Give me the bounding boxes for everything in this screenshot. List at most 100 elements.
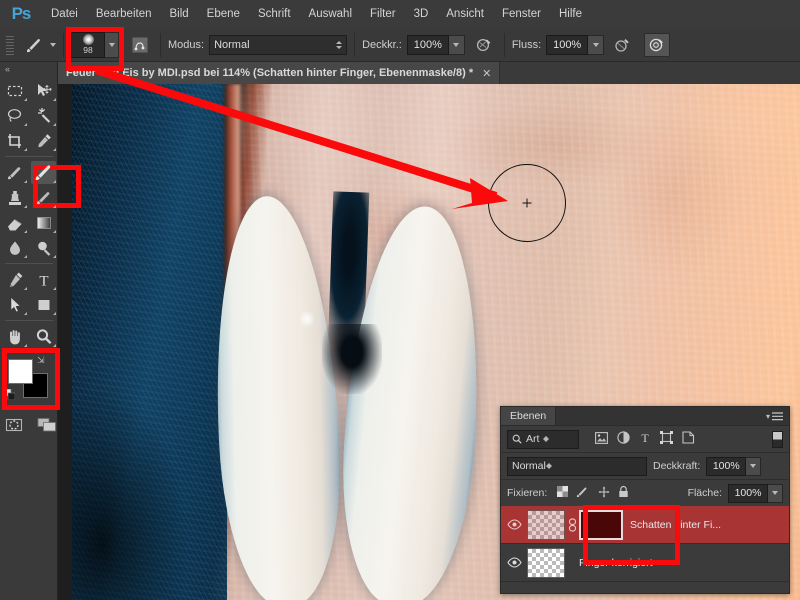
layer-opacity-value[interactable]: 100% <box>706 457 746 476</box>
layer-opacity-dropdown[interactable] <box>746 457 761 476</box>
filter-enable-toggle[interactable] <box>772 431 783 448</box>
lock-all-icon[interactable] <box>618 485 629 501</box>
layer-visibility-toggle[interactable] <box>501 519 527 530</box>
tool-flyout-corner-icon <box>24 98 27 101</box>
menu-item-datei[interactable]: Datei <box>42 0 87 28</box>
chevron-down-icon <box>453 43 459 47</box>
menu-item-ebene[interactable]: Ebene <box>198 0 249 28</box>
menu-item-bild[interactable]: Bild <box>160 0 197 28</box>
layer-lock-icons <box>557 485 629 501</box>
tool-pen[interactable] <box>0 267 29 292</box>
lock-image-pixels-icon[interactable] <box>576 486 590 501</box>
opacity-pressure-toggle[interactable] <box>471 33 497 57</box>
menu-item-filter[interactable]: Filter <box>361 0 405 28</box>
layer-fill-control[interactable]: 100% <box>728 484 783 503</box>
menu-item-hilfe[interactable]: Hilfe <box>550 0 591 28</box>
layer-filter-type-value: Art <box>526 433 539 445</box>
panel-menu-icon[interactable]: ▾ <box>766 407 789 425</box>
options-separator-1 <box>63 33 64 57</box>
filter-adjustment-icon[interactable] <box>617 431 630 447</box>
lock-position-icon[interactable] <box>598 486 610 501</box>
tool-type[interactable]: T <box>29 267 58 292</box>
tool-flyout-corner-icon <box>53 312 56 315</box>
tool-gradient[interactable] <box>29 210 58 235</box>
layer-filter-type-select[interactable]: Art <box>507 430 579 449</box>
chevron-down-icon: ▾ <box>766 412 770 421</box>
tool-eyedropper[interactable] <box>29 128 58 153</box>
tool-flyout-corner-icon <box>53 205 56 208</box>
tool-preset-dropdown-arrow[interactable] <box>50 43 56 47</box>
menu-item-schrift[interactable]: Schrift <box>249 0 300 28</box>
menu-item-fenster[interactable]: Fenster <box>493 0 550 28</box>
flow-control[interactable]: 100% <box>546 35 604 55</box>
flow-dropdown[interactable] <box>588 35 604 55</box>
tool-clone-stamp[interactable] <box>0 185 29 210</box>
tool-lasso[interactable] <box>0 103 29 128</box>
tools-divider-3 <box>5 320 53 321</box>
menu-item-3d[interactable]: 3D <box>405 0 438 28</box>
opacity-control[interactable]: 100% <box>407 35 465 55</box>
tool-blur[interactable] <box>0 235 29 260</box>
highlight-brush-size-box <box>66 27 124 71</box>
close-icon[interactable]: ✕ <box>482 67 491 80</box>
menu-item-bearbeiten[interactable]: Bearbeiten <box>87 0 161 28</box>
fabric-shadow <box>72 254 222 600</box>
link-icon <box>568 518 577 532</box>
tablet-pressure-toggle[interactable] <box>644 33 670 57</box>
finger-highlight <box>300 309 314 329</box>
svg-text:T: T <box>641 431 649 444</box>
tool-path-selection[interactable] <box>0 292 29 317</box>
filter-smart-object-icon[interactable] <box>682 431 695 447</box>
photoshop-window: Ps Datei Bearbeiten Bild Ebene Schrift A… <box>0 0 800 600</box>
brush-panel-toggle[interactable] <box>127 33 153 57</box>
tool-zoom[interactable] <box>29 324 58 349</box>
tool-hand[interactable] <box>0 324 29 349</box>
tool-crop[interactable] <box>0 128 29 153</box>
layer-opacity-control[interactable]: 100% <box>706 457 761 476</box>
tools-divider-2 <box>5 263 53 264</box>
tool-move[interactable] <box>29 78 58 103</box>
layer-opacity-label: Deckkraft: <box>653 460 700 472</box>
tool-dodge[interactable] <box>29 235 58 260</box>
menu-item-ansicht[interactable]: Ansicht <box>437 0 493 28</box>
menu-item-auswahl[interactable]: Auswahl <box>300 0 361 28</box>
opacity-value[interactable]: 100% <box>407 35 449 55</box>
airbrush-toggle[interactable] <box>610 33 636 57</box>
opacity-dropdown[interactable] <box>449 35 465 55</box>
document-tab[interactable]: Feuer und Eis by MDI.psd bei 114% (Schat… <box>58 62 500 84</box>
tool-flyout-corner-icon <box>24 180 27 183</box>
tool-brush[interactable] <box>29 160 58 185</box>
filter-shape-icon[interactable] <box>660 431 673 447</box>
layer-thumbnail[interactable] <box>527 548 565 578</box>
layer-fill-dropdown[interactable] <box>768 484 783 503</box>
tool-flyout-corner-icon <box>24 148 27 151</box>
search-icon <box>512 434 522 444</box>
filter-type-icon[interactable]: T <box>639 431 651 447</box>
tools-grid: T <box>0 76 58 349</box>
blend-mode-select[interactable]: Normal <box>209 35 347 55</box>
screen-mode-toggle[interactable] <box>36 415 58 438</box>
layer-visibility-toggle[interactable] <box>501 557 527 568</box>
tab-ebenen[interactable]: Ebenen <box>501 407 556 425</box>
tool-flyout-corner-icon <box>53 230 56 233</box>
tool-spot-healing-brush[interactable] <box>0 160 29 185</box>
tools-bottom-row <box>0 407 57 438</box>
tool-rectangle-shape[interactable] <box>29 292 58 317</box>
tool-eraser[interactable] <box>0 210 29 235</box>
lock-transparent-pixels-icon[interactable] <box>557 486 568 500</box>
tools-panel-collapse-button[interactable]: « <box>0 62 57 76</box>
layer-fill-value[interactable]: 100% <box>728 484 768 503</box>
layer-thumbnail[interactable] <box>527 510 565 540</box>
options-separator-4 <box>504 33 505 57</box>
tool-magic-wand[interactable] <box>29 103 58 128</box>
tool-flyout-corner-icon <box>53 287 56 290</box>
filter-pixel-icon[interactable] <box>595 432 608 447</box>
layer-blend-mode-select[interactable]: Normal <box>507 457 647 476</box>
flow-value[interactable]: 100% <box>546 35 588 55</box>
options-bar-grip[interactable] <box>4 34 16 56</box>
layer-mask-link-icon[interactable] <box>565 518 579 532</box>
active-tool-brush-icon[interactable] <box>19 32 49 58</box>
quick-mask-toggle[interactable] <box>4 415 24 438</box>
layers-filter-row: Art <box>501 426 789 452</box>
tool-rectangular-marquee[interactable] <box>0 78 29 103</box>
